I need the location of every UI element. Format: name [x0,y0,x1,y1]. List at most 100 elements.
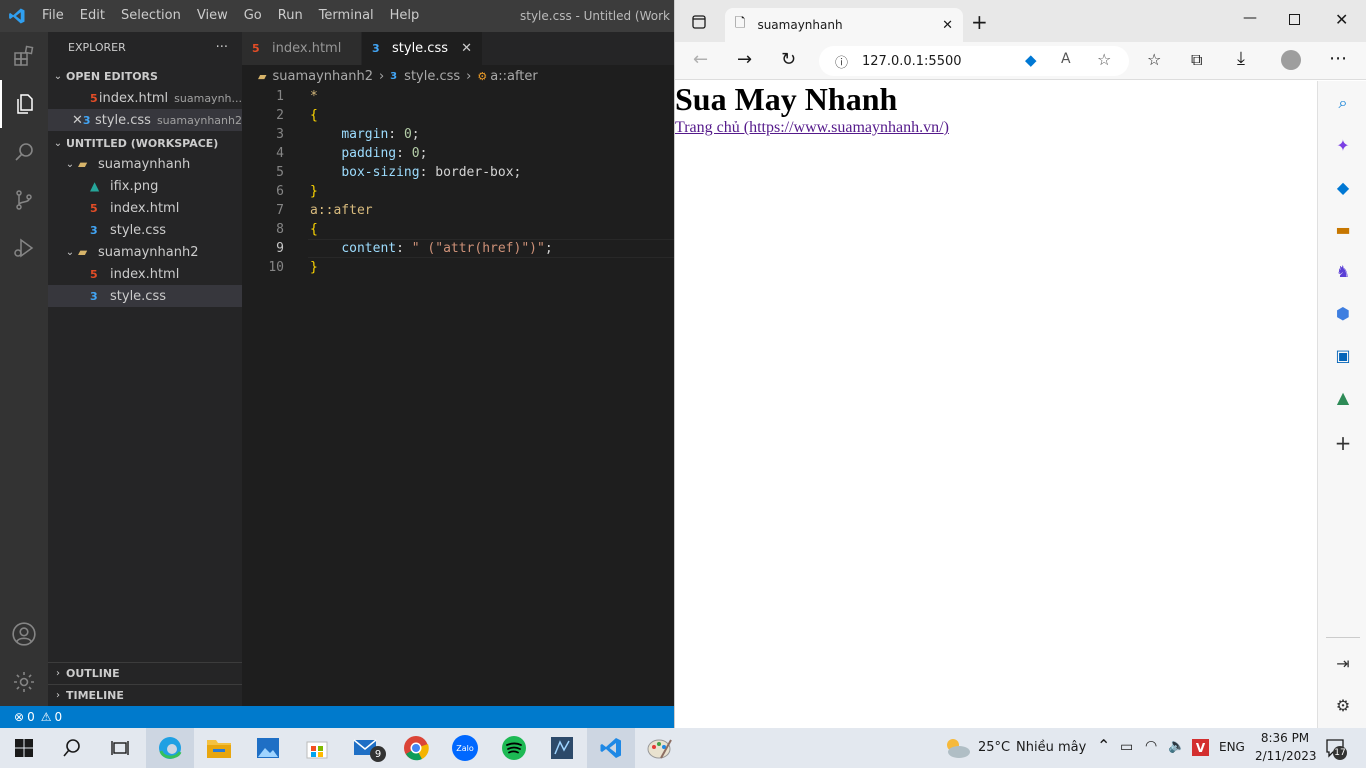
vscode-taskbar-icon[interactable] [587,728,635,768]
open-editor-item[interactable]: 5 index.html suamaynh... [48,87,242,109]
coupon-tag-icon[interactable]: ◆ [1025,51,1037,69]
browser-tab[interactable]: 🗋 suamaynhanh ✕ [725,8,963,42]
explorer-icon[interactable] [0,80,48,128]
warning-icon: ⚠ [40,710,52,724]
office-icon[interactable]: ⬢ [1331,301,1355,325]
code-line: { [310,108,318,123]
downloads-icon[interactable]: ⤓ [1237,48,1245,69]
breadcrumb-file[interactable]: style.css [404,69,460,84]
more-menu-icon[interactable]: ⋯ [1329,48,1347,69]
settings-gear-icon[interactable] [0,658,48,706]
menu-edit[interactable]: Edit [72,0,113,32]
file-item[interactable]: 5 index.html [48,263,242,285]
chrome-icon[interactable] [392,728,440,768]
volume-icon[interactable]: 🔈 [1168,738,1185,754]
paint-icon[interactable] [636,728,684,768]
weather-temperature[interactable]: 25°C [978,740,1010,755]
menu-run[interactable]: Run [270,0,311,32]
mail-icon[interactable]: 9 [342,728,390,768]
vscode-logo-icon[interactable] [0,0,34,32]
folder-item[interactable]: ⌄ ▰ suamaynhanh2 [48,241,242,263]
outline-section[interactable]: › OUTLINE [48,662,242,684]
outlook-icon[interactable]: ▣ [1331,343,1355,367]
close-tab-icon[interactable]: ✕ [461,41,472,56]
collections-icon[interactable]: ⧉ [1191,50,1202,70]
add-sidebar-icon[interactable]: + [1331,431,1355,455]
menu-selection[interactable]: Selection [113,0,189,32]
refresh-icon[interactable]: ↻ [781,49,796,70]
file-item[interactable]: 5 index.html [48,197,242,219]
store-icon[interactable] [293,728,341,768]
favorites-icon[interactable]: ☆ [1147,50,1161,69]
shopping-icon[interactable]: ◆ [1331,175,1355,199]
start-windows-icon[interactable] [0,728,48,768]
tree-icon[interactable]: ▲ [1331,385,1355,409]
menu-terminal[interactable]: Terminal [311,0,382,32]
maximize-icon[interactable] [1289,14,1300,25]
chevron-up-icon[interactable]: ⌃ [1097,736,1110,755]
open-editor-item[interactable]: ✕ 3 style.css suamaynhanh2 [48,109,242,131]
language-indicator[interactable]: ENG [1219,740,1245,754]
address-bar[interactable]: ⓘ 127.0.0.1:5500 [819,46,1129,76]
weather-icon[interactable] [942,736,972,760]
read-aloud-icon[interactable]: A [1061,51,1071,67]
source-control-icon[interactable] [0,176,48,224]
search-icon[interactable] [0,128,48,176]
breadcrumb-symbol[interactable]: a::after [490,69,537,84]
menu-file[interactable]: File [34,0,72,32]
workspace-section[interactable]: ⌄ UNTITLED (WORKSPACE) [48,132,242,154]
run-debug-icon[interactable] [0,224,48,272]
close-icon[interactable]: ✕ [72,113,83,128]
explorer-more-button[interactable]: ··· [216,40,228,55]
profile-avatar[interactable] [1281,50,1301,70]
menu-go[interactable]: Go [236,0,270,32]
battery-icon[interactable]: ▭ [1120,739,1133,755]
timeline-section[interactable]: › TIMELINE [48,684,242,706]
home-link[interactable]: Trang chủ (https://www.suamaynhanh.vn/) [675,119,949,136]
add-favorite-icon[interactable]: ☆ [1097,50,1111,69]
clock-time[interactable]: 8:36 PM [1259,731,1311,745]
tab-index-html[interactable]: 5 index.html [242,32,362,65]
folder-item[interactable]: ⌄ ▰ suamaynhanh [48,153,242,175]
menu-view[interactable]: View [189,0,236,32]
forward-icon[interactable]: → [737,49,752,70]
folder-name: suamaynhanh2 [98,244,199,260]
file-explorer-icon[interactable] [195,728,243,768]
file-item-selected[interactable]: 3 style.css [48,285,242,307]
weather-description[interactable]: Nhiều mây [1016,740,1086,755]
problems-status[interactable]: ⊗ 0 ⚠ 0 [14,710,62,724]
zalo-icon[interactable]: Zalo [441,728,489,768]
search-icon[interactable]: ⌕ [1331,91,1355,115]
hide-sidebar-icon[interactable]: ⇥ [1331,651,1355,675]
photos-icon[interactable] [244,728,292,768]
tools-icon[interactable]: ▬ [1331,217,1355,241]
tab-actions-icon[interactable] [689,12,709,32]
games-icon[interactable]: ♞ [1331,259,1355,283]
file-item[interactable]: ▲ ifix.png [48,175,242,197]
spotify-icon[interactable] [490,728,538,768]
close-window-icon[interactable]: ✕ [1335,10,1348,29]
taskbar-search-icon[interactable] [48,728,96,768]
wifi-icon[interactable]: ◠ [1145,738,1157,754]
clock-date[interactable]: 2/11/2023 [1255,749,1317,763]
back-icon[interactable]: ← [693,49,708,70]
folder-icon: ▰ [78,157,88,171]
open-editors-section[interactable]: ⌄ OPEN EDITORS [48,65,242,87]
file-item[interactable]: 3 style.css [48,219,242,241]
sidebar-settings-icon[interactable]: ⚙ [1331,693,1355,717]
antivirus-icon[interactable]: V [1192,739,1209,756]
account-icon[interactable] [0,610,48,658]
database-tool-icon[interactable] [538,728,586,768]
task-view-icon[interactable] [96,728,144,768]
tab-style-css[interactable]: 3 style.css ✕ [362,32,483,65]
edge-taskbar-icon[interactable] [146,728,194,768]
line-number: 1 [276,89,284,104]
close-tab-icon[interactable]: ✕ [942,18,953,33]
notification-center-icon[interactable]: 17 [1325,738,1347,760]
extensions-icon[interactable] [0,32,48,80]
menu-help[interactable]: Help [382,0,428,32]
discover-icon[interactable]: ✦ [1331,133,1355,157]
breadcrumb-folder[interactable]: suamaynhanh2 [272,69,373,84]
new-tab-icon[interactable]: + [971,12,988,32]
minimize-icon[interactable]: — [1243,10,1257,26]
